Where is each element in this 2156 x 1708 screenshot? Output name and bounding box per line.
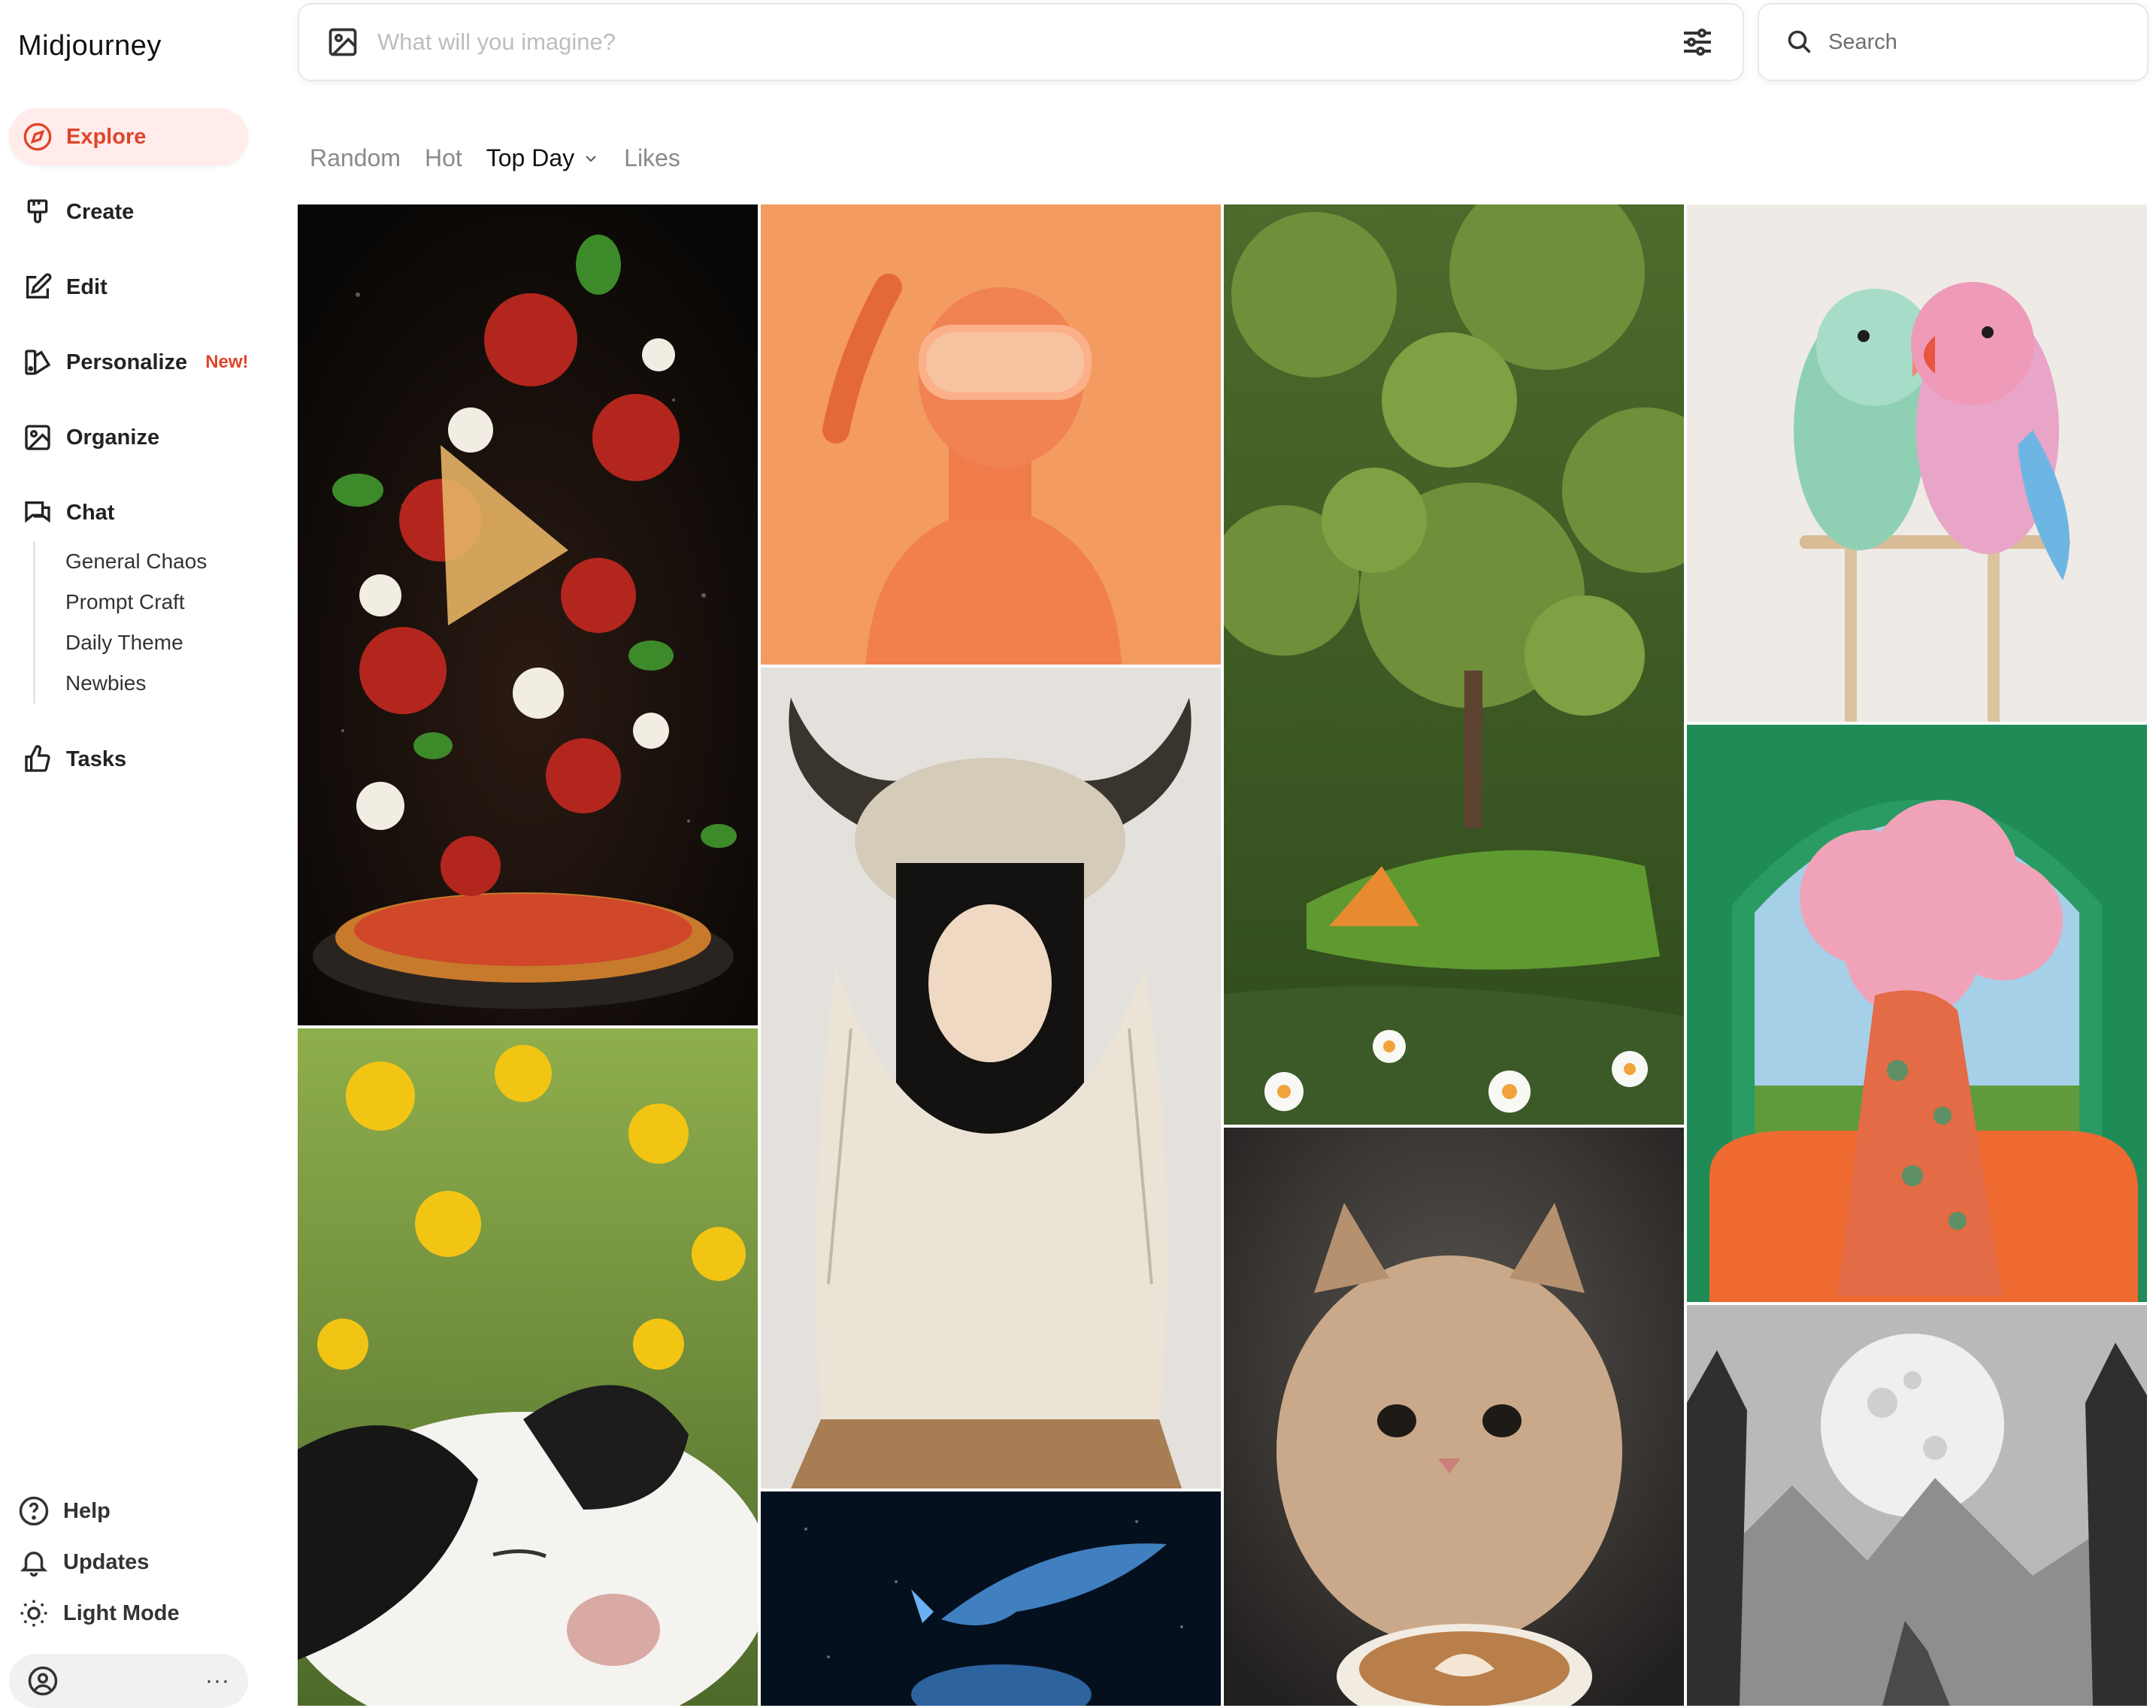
nav-edit-label: Edit — [66, 274, 107, 299]
chat-channel-general-chaos[interactable]: General Chaos — [65, 541, 207, 582]
gallery-image-glowing-whales[interactable] — [761, 1491, 1221, 1706]
gallery-image-horned-headdress-girl[interactable] — [761, 668, 1221, 1488]
nav-explore-label: Explore — [66, 124, 147, 149]
gallery-image-fluffy-kitten-latte[interactable] — [1224, 1128, 1684, 1706]
nav-chat[interactable]: Chat — [9, 484, 248, 541]
compass-icon — [23, 122, 53, 152]
tab-top-day-label: Top Day — [486, 144, 575, 171]
gallery-image-sleeping-goat[interactable] — [298, 1028, 758, 1706]
help-label: Help — [63, 1498, 111, 1523]
image-icon — [23, 422, 53, 453]
nav-create-label: Create — [66, 199, 135, 224]
tab-hot[interactable]: Hot — [425, 144, 462, 172]
gallery-image-miniature-forest-camp[interactable] — [1224, 204, 1684, 1125]
chat-channel-daily-theme[interactable]: Daily Theme — [65, 622, 207, 663]
nav-organize[interactable]: Organize — [9, 409, 248, 466]
swatch-icon — [23, 347, 53, 377]
sun-icon — [20, 1600, 47, 1627]
gallery-image-pink-cloud-head-woman[interactable] — [1687, 725, 2147, 1302]
settings-sliders-icon[interactable] — [1679, 24, 1715, 60]
prompt-bar — [298, 3, 1744, 81]
chat-channel-prompt-craft[interactable]: Prompt Craft — [65, 582, 207, 622]
edit-icon — [23, 272, 53, 302]
new-badge: New! — [205, 352, 249, 372]
sort-tabs: Random Hot Top Day Likes — [310, 144, 704, 172]
gallery-image-vr-headset-person[interactable] — [761, 204, 1221, 665]
gallery-image-lovebirds-pair[interactable] — [1687, 204, 2147, 722]
help-icon — [19, 1496, 49, 1526]
nav-create[interactable]: Create — [9, 183, 248, 241]
thumbs-up-icon — [23, 744, 53, 774]
updates-link[interactable]: Updates — [18, 1540, 149, 1585]
light-mode-label: Light Mode — [63, 1600, 180, 1625]
user-avatar-icon[interactable] — [27, 1665, 59, 1697]
chat-channel-list: General Chaos Prompt Craft Daily Theme N… — [33, 541, 207, 704]
tab-random[interactable]: Random — [310, 144, 401, 172]
nav-chat-label: Chat — [66, 500, 115, 525]
updates-label: Updates — [63, 1549, 150, 1574]
search-icon — [1788, 30, 1811, 53]
more-options-button[interactable]: ··· — [205, 1668, 230, 1694]
chat-channel-newbies[interactable]: Newbies — [65, 663, 207, 704]
nav-tasks-label: Tasks — [66, 746, 127, 771]
brand-logo[interactable]: Midjourney — [18, 30, 162, 62]
light-mode-toggle[interactable]: Light Mode — [18, 1591, 180, 1636]
help-link[interactable]: Help — [18, 1488, 111, 1534]
nav-personalize[interactable]: Personalize New! — [9, 334, 249, 391]
gallery-image-pizza-explosion[interactable] — [298, 204, 758, 1025]
nav-personalize-label: Personalize — [66, 350, 188, 374]
chevron-down-icon — [586, 155, 596, 162]
search-bar — [1758, 3, 2148, 81]
nav-organize-label: Organize — [66, 425, 160, 450]
gallery-image-moon-wolf-sketch[interactable] — [1687, 1305, 2147, 1706]
prompt-input[interactable] — [376, 28, 1679, 56]
image-gallery — [298, 204, 2147, 1706]
profile-bar[interactable]: ··· — [9, 1654, 248, 1708]
image-upload-icon[interactable] — [326, 26, 359, 59]
nav-edit[interactable]: Edit — [9, 259, 248, 316]
paintbrush-icon — [23, 197, 53, 227]
bell-icon — [20, 1552, 48, 1577]
chat-icon — [23, 498, 53, 528]
nav-explore[interactable]: Explore — [9, 108, 248, 165]
nav-tasks[interactable]: Tasks — [9, 731, 248, 788]
search-input[interactable] — [1827, 29, 2147, 56]
tab-top-day[interactable]: Top Day — [486, 144, 600, 172]
sidebar: Midjourney Explore Create Edit Personali… — [0, 0, 286, 1708]
tab-likes[interactable]: Likes — [624, 144, 680, 172]
